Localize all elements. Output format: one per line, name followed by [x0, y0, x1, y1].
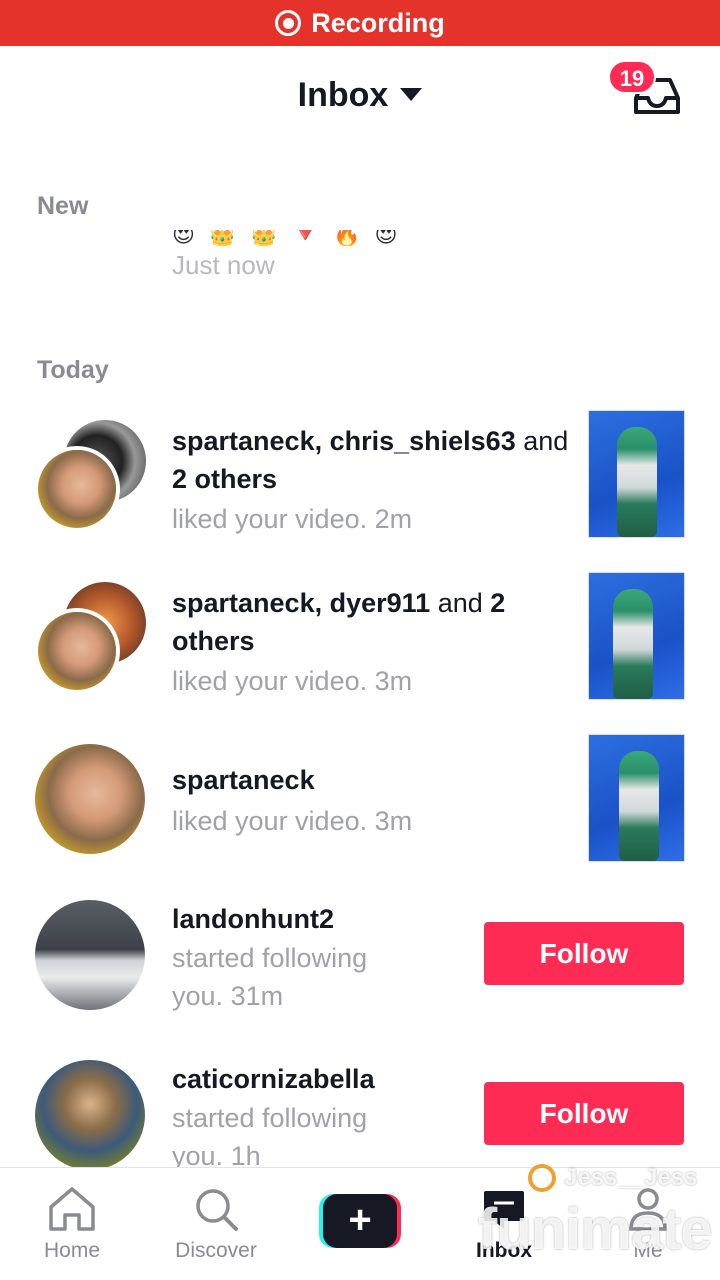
create-button[interactable]: +: [319, 1194, 401, 1248]
funimate-logo-icon: [528, 1164, 556, 1192]
video-thumbnail[interactable]: [588, 410, 685, 538]
notification-users[interactable]: spartaneck, dyer911 and 2 others: [172, 584, 552, 660]
notification-action: started following: [172, 943, 368, 973]
notification-badge: 19: [608, 60, 656, 94]
search-icon: [196, 1189, 238, 1231]
plus-icon: +: [323, 1194, 397, 1248]
notification-row[interactable]: landonhunt2 started following you. 31m F…: [0, 896, 720, 1036]
follow-button[interactable]: Follow: [484, 922, 684, 985]
section-today-label: Today: [37, 356, 109, 384]
avatar[interactable]: [35, 744, 145, 854]
video-thumbnail[interactable]: [588, 572, 685, 700]
avatar[interactable]: [34, 446, 120, 532]
notification-action: liked your video. 2m: [172, 504, 413, 534]
notification-users[interactable]: spartaneck, chris_shiels63 and 2 others: [172, 422, 572, 498]
notification-row[interactable]: spartaneck, dyer911 and 2 others liked y…: [0, 572, 720, 712]
page-title: Inbox: [297, 76, 389, 114]
caret-down-icon: [400, 87, 423, 101]
notification-action-time: you. 1h: [172, 1141, 261, 1167]
watermark-user: Jess__Jess: [528, 1164, 697, 1192]
recording-label: Recording: [311, 7, 445, 38]
avatar[interactable]: [35, 900, 145, 1010]
tab-discover-label: Discover: [175, 1239, 257, 1262]
video-thumbnail[interactable]: [588, 734, 685, 862]
notification-action: liked your video. 3m: [172, 666, 413, 696]
emoji-reactions: 😍👑👑🔻🔥😍: [172, 230, 412, 246]
tab-discover[interactable]: Discover: [156, 1185, 276, 1263]
watermark-brand: funimate: [478, 1197, 713, 1262]
section-new-label: New: [37, 192, 89, 220]
notification-action: started following: [172, 1103, 368, 1133]
notification-users[interactable]: spartaneck: [172, 761, 572, 799]
new-item-time: Just now: [172, 250, 275, 280]
notification-row[interactable]: caticornizabella started following you. …: [0, 1056, 720, 1167]
tab-home[interactable]: Home: [12, 1185, 132, 1263]
recording-bar: Recording: [0, 0, 720, 46]
inbox-header: Inbox: [0, 46, 720, 146]
notification-action: liked your video. 3m: [172, 806, 413, 836]
tab-home-label: Home: [43, 1239, 101, 1262]
avatar[interactable]: [34, 608, 120, 694]
notification-action-time: you. 31m: [172, 981, 284, 1011]
avatar[interactable]: [35, 1060, 145, 1167]
home-icon: [49, 1187, 95, 1231]
notification-row[interactable]: spartaneck liked your video. 3m: [0, 734, 720, 874]
notification-row[interactable]: spartaneck, chris_shiels63 and 2 others …: [0, 410, 720, 550]
follow-button[interactable]: Follow: [484, 1082, 684, 1145]
record-icon: [275, 10, 302, 36]
